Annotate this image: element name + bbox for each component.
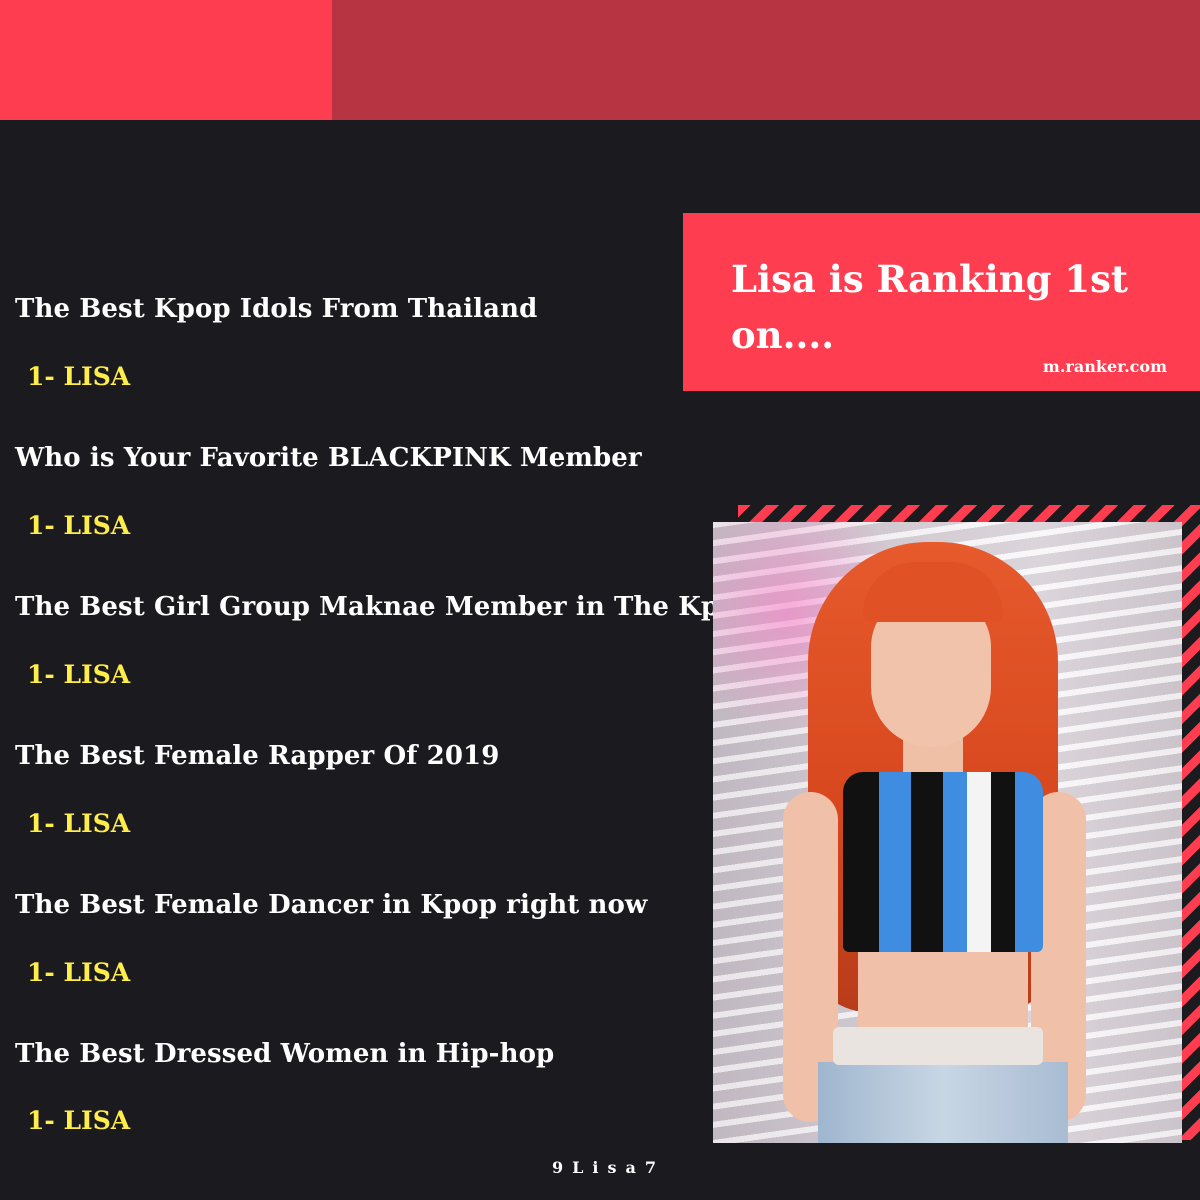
ranking-title: The Best Female Dancer in Kpop right now [15,890,648,920]
watermark: 9Lisa7 [552,1158,665,1177]
ranking-position: 1- LISA [27,1106,131,1135]
ranking-title: The Best Girl Group Maknae Member in The… [15,592,755,622]
ranking-position: 1- LISA [27,809,131,838]
headline-banner: Lisa is Ranking 1st on.... m.ranker.com [683,213,1200,391]
striped-crop-top [843,772,1043,952]
ranking-position: 1- LISA [27,362,131,391]
top-bar-left [0,0,332,120]
lisa-photo [713,522,1182,1143]
ranking-title: Who is Your Favorite BLACKPINK Member [15,443,642,473]
ranking-position: 1- LISA [27,660,131,689]
ranking-title: The Best Female Rapper Of 2019 [15,741,500,771]
source-label: m.ranker.com [1042,357,1167,376]
ranking-title: The Best Dressed Women in Hip-hop [15,1039,555,1069]
jeans [818,1062,1068,1143]
belt [833,1027,1043,1065]
ranking-position: 1- LISA [27,958,131,987]
top-bar-right [332,0,1200,120]
ranking-title: The Best Kpop Idols From Thailand [15,294,538,324]
headline-title: Lisa is Ranking 1st on.... [731,257,1129,357]
ranking-position: 1- LISA [27,511,131,540]
